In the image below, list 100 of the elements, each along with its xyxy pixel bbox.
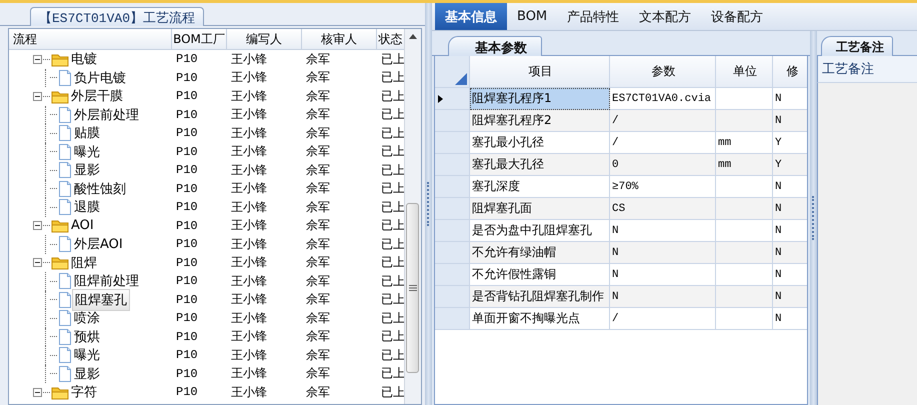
- reviewer-cell-text: 佘军: [305, 272, 331, 290]
- process-step[interactable]: 喷涂: [72, 308, 102, 328]
- select-all-icon[interactable]: [455, 73, 467, 85]
- folder-icon: [51, 52, 69, 67]
- reviewer-cell-text: 佘军: [305, 236, 331, 253]
- writer-cell-text: 王小锋: [230, 50, 268, 68]
- column-header[interactable]: 编写人: [227, 29, 302, 49]
- process-step[interactable]: 阻焊塞孔: [72, 288, 130, 311]
- unit-cell: [716, 242, 773, 264]
- parameter-name: 塞孔最大孔径: [470, 154, 610, 176]
- document-icon: [58, 328, 72, 345]
- document-icon: [58, 236, 72, 252]
- reviewer-cell-text: 佘军: [305, 88, 331, 105]
- tab[interactable]: 文本配方: [629, 3, 702, 30]
- process-step[interactable]: 外层干膜: [69, 86, 125, 106]
- collapse-icon[interactable]: [33, 221, 42, 230]
- tab[interactable]: BOM: [507, 3, 558, 30]
- column-header[interactable]: 单位: [716, 56, 773, 88]
- modified-flag: N: [773, 242, 807, 264]
- document-icon: [58, 273, 72, 290]
- parameter-name: 是否背钻孔阻焊塞孔制作: [470, 286, 610, 308]
- factory-cell-text: P10: [175, 218, 199, 233]
- writer-cell-text: 王小锋: [230, 291, 268, 308]
- process-step[interactable]: 贴膜: [72, 123, 102, 144]
- parameter-name: 不允许有绿油帽: [470, 242, 610, 264]
- factory-cell-text: P10: [175, 366, 199, 381]
- process-step[interactable]: 显影: [72, 364, 102, 384]
- parameters-tab[interactable]: 基本参数: [448, 36, 542, 56]
- process-step[interactable]: 电镀: [69, 49, 99, 70]
- unit-cell: [716, 308, 773, 330]
- process-step[interactable]: 阻焊: [69, 252, 99, 273]
- document-icon: [58, 310, 72, 326]
- reviewer-cell-text: 佘军: [305, 106, 331, 124]
- process-step[interactable]: 字符: [69, 382, 99, 402]
- tab[interactable]: 基本信息: [435, 3, 507, 30]
- scrollbar[interactable]: [404, 29, 421, 404]
- parameter-value: N: [610, 286, 716, 308]
- collapse-icon[interactable]: [33, 54, 42, 64]
- unit-cell: [716, 286, 773, 308]
- factory-cell-text: P10: [175, 237, 199, 252]
- parameter-value: /: [610, 308, 716, 330]
- writer-cell-text: 王小锋: [230, 384, 268, 401]
- tab[interactable]: 设备配方: [701, 3, 774, 30]
- column-header[interactable]: BOM工厂: [172, 29, 227, 49]
- notes-tab[interactable]: 工艺备注: [821, 36, 893, 56]
- document-icon: [58, 366, 72, 382]
- folder-icon: [51, 384, 69, 400]
- notes-label: 工艺备注: [817, 56, 917, 83]
- factory-cell-text: P10: [175, 256, 199, 270]
- factory-cell-text: P10: [175, 52, 199, 66]
- collapse-icon[interactable]: [33, 388, 42, 397]
- process-step[interactable]: 外层前处理: [72, 104, 141, 125]
- reviewer-cell-text: 佘军: [305, 346, 331, 364]
- parameter-name: 阻焊塞孔面: [470, 198, 610, 220]
- parameter-value: /: [610, 110, 716, 132]
- document-icon: [58, 125, 72, 142]
- factory-cell-text: P10: [175, 385, 199, 400]
- scroll-up-icon[interactable]: [409, 34, 417, 39]
- unit-cell: [716, 110, 773, 132]
- writer-cell-text: 王小锋: [230, 106, 268, 124]
- reviewer-cell-text: 佘军: [305, 291, 331, 308]
- reviewer-cell-text: 佘军: [305, 50, 331, 68]
- column-header[interactable]: 参数: [610, 56, 716, 88]
- process-step[interactable]: 阻焊前处理: [72, 271, 141, 292]
- column-header[interactable]: 修: [773, 56, 807, 88]
- notes-area[interactable]: [817, 83, 917, 405]
- factory-cell-text: P10: [175, 200, 199, 214]
- process-step[interactable]: 曝光: [72, 142, 102, 162]
- process-step[interactable]: 酸性蚀刻: [72, 178, 128, 199]
- parameter-name: 阻焊塞孔程序1: [470, 88, 610, 110]
- process-step[interactable]: AOI: [69, 217, 96, 234]
- scroll-thumb[interactable]: [406, 203, 419, 373]
- writer-cell-text: 王小锋: [230, 143, 268, 160]
- tab[interactable]: 产品特性: [557, 3, 630, 30]
- process-step[interactable]: 外层AOI: [72, 234, 125, 254]
- reviewer-cell-text: 佘军: [305, 217, 331, 234]
- writer-cell-text: 王小锋: [230, 180, 268, 198]
- factory-cell-text: P10: [175, 182, 199, 196]
- process-step[interactable]: 预烘: [72, 326, 102, 347]
- parameter-value: CS: [610, 198, 716, 220]
- reviewer-cell-text: 佘军: [305, 310, 331, 327]
- process-step[interactable]: 曝光: [72, 345, 102, 366]
- column-header[interactable]: 流程: [9, 29, 172, 49]
- factory-cell-text: P10: [175, 311, 199, 326]
- process-step[interactable]: 退膜: [72, 197, 102, 218]
- process-step[interactable]: 显影: [72, 160, 102, 180]
- folder-icon: [51, 255, 69, 270]
- modified-flag: Y: [773, 154, 807, 176]
- process-step[interactable]: 负片电镀: [72, 68, 128, 88]
- document-icon: [58, 162, 72, 178]
- writer-cell-text: 王小锋: [230, 88, 268, 105]
- collapse-icon[interactable]: [33, 92, 42, 101]
- collapse-icon[interactable]: [33, 258, 42, 268]
- factory-cell-text: P10: [175, 274, 199, 288]
- factory-cell-text: P10: [175, 144, 199, 159]
- column-header[interactable]: 核审人: [302, 29, 377, 49]
- row-header[interactable]: [435, 88, 470, 110]
- modified-flag: N: [773, 286, 807, 308]
- column-header[interactable]: 项目: [470, 56, 610, 88]
- writer-cell-text: 王小锋: [230, 310, 268, 327]
